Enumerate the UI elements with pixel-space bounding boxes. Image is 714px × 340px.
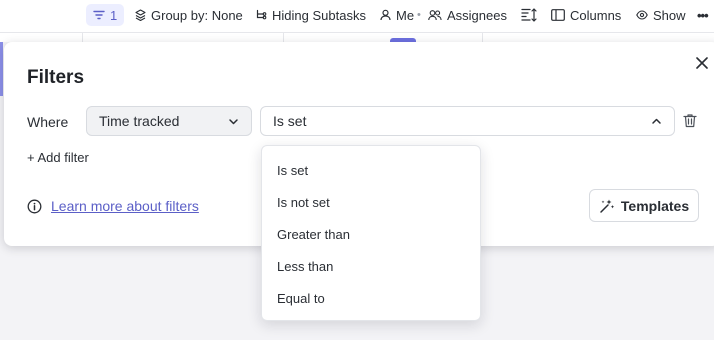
view-toolbar: 1 Group by: None Hiding Subtasks Me • As… [0, 0, 714, 32]
operator-dropdown-menu: Is set Is not set Greater than Less than… [261, 145, 481, 321]
templates-button[interactable]: Templates [589, 189, 699, 222]
learn-more-row: Learn more about filters [27, 197, 199, 215]
group-by-label: Group by: None [151, 7, 243, 23]
me-button[interactable]: Me [380, 4, 414, 26]
columns-icon [551, 9, 565, 21]
toolbar-separator: • [417, 9, 421, 21]
info-icon [27, 199, 42, 213]
assignees-label: Assignees [447, 7, 507, 23]
user-icon [380, 9, 391, 21]
dropdown-option-is-not-set[interactable]: Is not set [262, 188, 480, 216]
show-button[interactable]: Show [636, 4, 686, 26]
dropdown-option-greater-than[interactable]: Greater than [262, 220, 480, 248]
layers-icon [135, 9, 146, 21]
columns-label: Columns [570, 7, 622, 23]
me-label: Me [396, 7, 415, 23]
dropdown-option-equal-to[interactable]: Equal to [262, 284, 480, 312]
dropdown-option-is-set[interactable]: Is set [262, 156, 480, 184]
dropdown-option-less-than[interactable]: Less than [262, 252, 480, 280]
sort-icon [521, 8, 537, 22]
hiding-subtasks-label: Hiding Subtasks [272, 7, 366, 23]
delete-filter-button[interactable] [683, 113, 699, 129]
subtasks-icon [256, 9, 267, 20]
chevron-up-icon [652, 118, 661, 124]
close-icon [696, 57, 708, 69]
panel-title: Filters [27, 67, 85, 88]
table-header-strip [0, 32, 714, 44]
more-options-button[interactable]: ••• [697, 4, 709, 26]
assignees-button[interactable]: Assignees [428, 4, 507, 26]
filter-icon [93, 10, 105, 20]
show-label: Show [653, 7, 686, 23]
filter-count-button[interactable]: 1 [86, 4, 124, 26]
more-options-icon: ••• [697, 7, 709, 23]
filter-operator-value: Is set [273, 113, 307, 129]
row-accent [0, 42, 3, 96]
learn-more-link[interactable]: Learn more about filters [51, 198, 199, 214]
chevron-down-icon [229, 119, 238, 125]
users-icon [428, 10, 442, 21]
eye-icon [636, 10, 648, 20]
filter-field-select[interactable]: Time tracked [86, 106, 252, 136]
sparkle-wand-icon [600, 199, 615, 213]
trash-icon [683, 114, 697, 128]
where-label: Where [27, 114, 69, 130]
filter-field-value: Time tracked [99, 113, 180, 129]
close-button[interactable] [693, 54, 711, 72]
hiding-subtasks-button[interactable]: Hiding Subtasks [255, 4, 366, 26]
group-by-button[interactable]: Group by: None [135, 4, 243, 26]
templates-label: Templates [620, 197, 690, 214]
filter-count-label: 1 [110, 7, 118, 23]
columns-button[interactable]: Columns [551, 4, 621, 26]
filter-operator-select[interactable]: Is set [260, 106, 675, 136]
sort-button[interactable] [521, 4, 537, 26]
add-filter-button[interactable]: + Add filter [27, 150, 89, 165]
